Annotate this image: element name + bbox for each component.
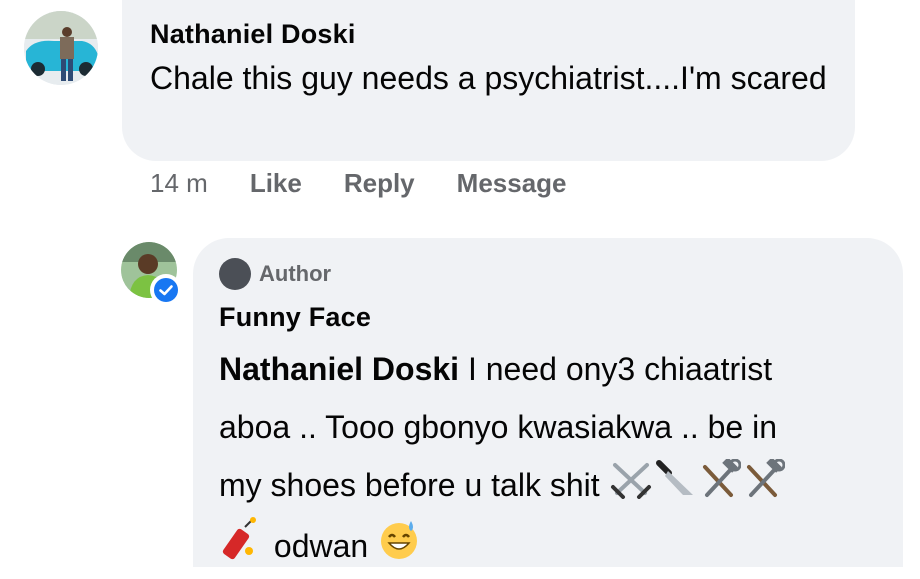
author-badge-icon: [219, 258, 251, 290]
message-button[interactable]: Message: [457, 168, 567, 199]
avatar-photo: [24, 11, 98, 85]
author-badge-label: Author: [259, 261, 332, 286]
reply-text-line: I need ony3 chiaatrist: [459, 351, 773, 387]
commenter-avatar[interactable]: [24, 11, 98, 85]
author-badge: Author: [219, 258, 331, 290]
reply-text-line: odwan: [273, 527, 369, 564]
comment-text: Chale this guy needs a psychiatrist....I…: [150, 60, 827, 96]
hammer-and-wrench-icon: [697, 456, 742, 517]
verified-badge: [150, 274, 182, 306]
like-button[interactable]: Like: [250, 168, 302, 199]
hammer-and-wrench-icon: [741, 456, 786, 517]
comment-timestamp[interactable]: 14 m: [150, 168, 208, 199]
mention-link[interactable]: Nathaniel Doski: [219, 351, 459, 387]
knife-icon: [653, 459, 697, 517]
comment-author-name[interactable]: Nathaniel Doski: [150, 19, 356, 50]
reply-text: Nathaniel Doski I need ony3 chiaatrist a…: [219, 340, 889, 579]
firecracker-icon: [219, 517, 265, 579]
reply-text-line: aboa .. Tooo gbonyo kwasiakwa .. be in: [219, 409, 777, 445]
reply-text-line: my shoes before u talk shit: [219, 467, 600, 503]
crossed-swords-icon: [609, 459, 653, 517]
comment-actions: 14 m Like Reply Message: [150, 168, 609, 199]
grinning-sweat-face-icon: [377, 517, 421, 579]
reply-author-name[interactable]: Funny Face: [219, 302, 371, 333]
verified-check-icon: [154, 278, 178, 302]
reply-button[interactable]: Reply: [344, 168, 415, 199]
